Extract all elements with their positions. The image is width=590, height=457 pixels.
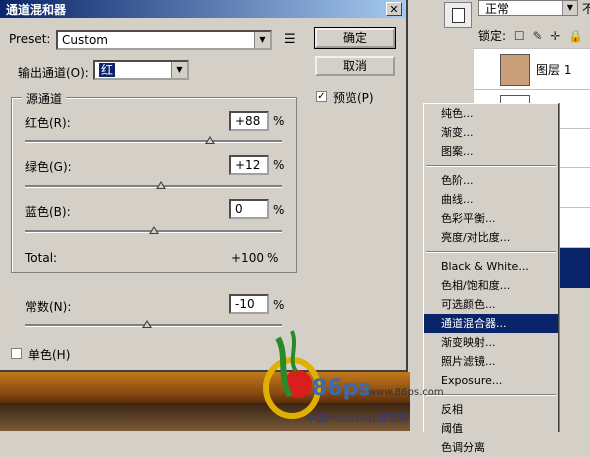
green-channel-input[interactable]: +12 (229, 155, 269, 175)
red-channel-input[interactable]: +88 (229, 111, 269, 131)
menu-item[interactable]: 图案... (424, 142, 558, 161)
chevron-down-icon: ▼ (254, 32, 270, 48)
red-channel-slider-track (25, 140, 282, 143)
lock-all-icon[interactable]: 🔒 (568, 29, 583, 43)
blend-mode-select[interactable]: 正常 ▼ (478, 0, 578, 16)
opacity-label: 不透 (582, 2, 590, 16)
monochrome-checkbox[interactable] (11, 348, 22, 359)
monochrome-label: 单色(H) (28, 348, 71, 362)
lock-transparent-icon[interactable]: ☐ (514, 29, 525, 43)
percent-unit: % (273, 114, 285, 128)
constant-label: 常数(N): (25, 300, 72, 314)
panel-menu-icon[interactable] (444, 2, 472, 28)
preset-label: Preset: (9, 32, 51, 46)
preview-checkbox[interactable]: ✓ (316, 91, 327, 102)
watermark-number: 86ps (312, 376, 372, 401)
menu-item[interactable]: 色相/饱和度... (424, 276, 558, 295)
blue-channel-input[interactable]: 0 (229, 199, 269, 219)
preset-menu-icon[interactable]: ☰ (284, 32, 296, 47)
percent-unit: % (273, 298, 285, 312)
cancel-button[interactable]: 取消 (315, 56, 395, 76)
preview-label: 预览(P) (333, 91, 374, 105)
constant-slider-track (25, 324, 282, 327)
menu-item[interactable]: 渐变... (424, 123, 558, 142)
lock-row: 锁定: ☐ ✎ ✛ 🔒 (478, 27, 583, 44)
channel-mixer-dialog: 通道混和器 ✕ Preset: Custom ▼ ☰ 输出通道(O): 红 ▼ … (0, 0, 408, 372)
menu-separator (426, 165, 556, 167)
lock-paint-icon[interactable]: ✎ (532, 29, 542, 43)
ok-button[interactable]: 确定 (314, 27, 396, 49)
menu-separator (426, 251, 556, 253)
close-icon[interactable]: ✕ (386, 2, 402, 16)
menu-item[interactable]: 曲线... (424, 190, 558, 209)
blue-channel-slider-thumb[interactable] (148, 226, 159, 234)
percent-unit: % (273, 158, 285, 172)
menu-item[interactable]: Black & White... (424, 257, 558, 276)
source-channels-title: 源通道 (22, 90, 67, 107)
dialog-title: 通道混和器 (6, 3, 67, 17)
output-channel-select[interactable]: 红 ▼ (93, 60, 189, 80)
menu-item[interactable]: 亮度/对比度... (424, 228, 558, 247)
green-channel-slider-thumb[interactable] (156, 181, 167, 189)
total-value: +100 (231, 251, 264, 265)
layer-name: 图层 1 (536, 63, 572, 77)
watermark-site: 中国Photoshop资源网 (306, 414, 409, 425)
layer-row[interactable]: 图层 1 (474, 48, 590, 89)
menu-item[interactable]: 纯色... (424, 104, 558, 123)
green-channel-slider-track (25, 185, 282, 188)
constant-slider-thumb[interactable] (142, 320, 153, 328)
total-label: Total: (25, 251, 58, 265)
preset-value: Custom (62, 33, 108, 47)
menu-item[interactable]: 色阶... (424, 171, 558, 190)
constant-input[interactable]: -10 (229, 294, 269, 314)
blend-mode-value: 正常 (485, 2, 510, 16)
output-channel-value: 红 (99, 63, 116, 77)
red-channel-slider-thumb[interactable] (205, 136, 216, 144)
preset-select[interactable]: Custom ▼ (56, 30, 272, 50)
percent-unit: % (273, 203, 285, 217)
red-channel-label: 红色(R): (25, 116, 71, 130)
lock-move-icon[interactable]: ✛ (550, 29, 560, 43)
menu-item[interactable]: 色彩平衡... (424, 209, 558, 228)
blue-channel-label: 蓝色(B): (25, 205, 71, 219)
menu-item[interactable]: 色调分离 (424, 438, 558, 457)
chevron-down-icon: ▼ (171, 62, 187, 78)
watermark-url: www.86ps.com (368, 387, 444, 398)
green-channel-label: 绿色(G): (25, 160, 72, 174)
layer-thumbnail (500, 54, 530, 86)
watermark: 86ps www.86ps.com 中国Photoshop资源网 (258, 326, 448, 431)
lock-label: 锁定: (478, 29, 507, 43)
chevron-down-icon: ▼ (562, 1, 577, 15)
output-channel-label: 输出通道(O): (18, 66, 89, 80)
menu-item[interactable]: 可选颜色... (424, 295, 558, 314)
percent-unit: % (267, 251, 279, 265)
dialog-titlebar[interactable]: 通道混和器 ✕ (0, 0, 406, 18)
